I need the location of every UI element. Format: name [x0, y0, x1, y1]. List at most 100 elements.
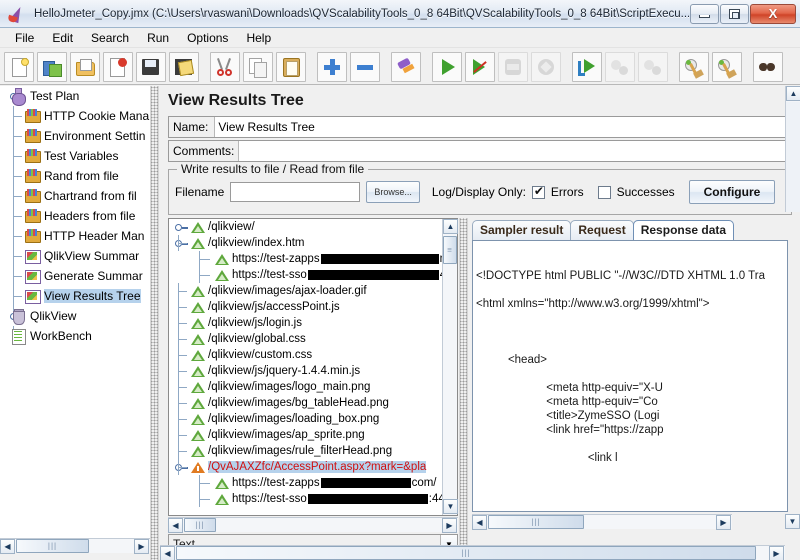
results-expand-handle[interactable] [175, 224, 188, 231]
toolbar-templates-button[interactable] [37, 51, 67, 82]
results-tree-vscrollbar[interactable]: ▲ ≡ ▼ [442, 219, 458, 515]
tree-item-workbench[interactable]: WorkBench [0, 326, 150, 346]
toolbar-expand-button[interactable] [317, 51, 347, 82]
results-tree-row[interactable]: /qlikview/images/rule_filterHead.png [169, 443, 457, 459]
results-tree-hscroll-left-arrow[interactable]: ◀ [168, 518, 183, 533]
menu-help[interactable]: Help [237, 30, 280, 46]
results-tree-row[interactable]: /qlikview/ [169, 219, 457, 235]
results-vertical-splitter[interactable] [459, 218, 468, 558]
results-tree-hscrollbar[interactable]: ◀ ||| ▶ [168, 517, 458, 533]
toolbar-save-as-button[interactable] [169, 51, 199, 82]
editor-vscrollbar[interactable]: ▲ [785, 86, 800, 212]
results-tree-row[interactable]: /qlikview/js/jquery-1.4.4.min.js [169, 363, 457, 379]
tree-hscroll-left-arrow[interactable]: ◀ [0, 539, 15, 554]
toolbar-toggle-button[interactable] [391, 51, 421, 82]
tree-item-test-variables[interactable]: Test Variables [0, 146, 150, 166]
toolbar-save-button[interactable] [136, 51, 166, 82]
toolbar-remote-start-all-button[interactable] [572, 51, 602, 82]
panel-hscrollbar[interactable]: ◀ ||| ▶ [160, 545, 785, 560]
tree-item-chartrand-from-fil[interactable]: Chartrand from fil [0, 186, 150, 206]
tree-item-http-cookie-mana[interactable]: HTTP Cookie Mana [0, 106, 150, 126]
tree-item-rand-from-file[interactable]: Rand from file [0, 166, 150, 186]
results-tree-row[interactable]: https://test-sso44 [169, 267, 457, 283]
results-tree-row[interactable]: https://test-zapps com/ [169, 475, 457, 491]
toolbar-paste-button[interactable] [276, 51, 306, 82]
toolbar-clear-all-button[interactable] [712, 51, 742, 82]
tree-item-qlikview[interactable]: QlikView [0, 306, 150, 326]
results-tree-vscroll-thumb[interactable]: ≡ [443, 236, 457, 264]
results-tree-hscroll-right-arrow[interactable]: ▶ [442, 518, 457, 533]
response-hscroll-left-arrow[interactable]: ◀ [472, 515, 487, 530]
results-tree-list[interactable]: /qlikview/ /qlikview/index.htm https://tes… [168, 218, 458, 516]
results-tree-row[interactable]: https://test-zappsn/ [169, 251, 457, 267]
browse-button[interactable]: Browse... [366, 181, 420, 203]
toolbar-close-button[interactable] [103, 51, 133, 82]
toolbar-remote-stop-all-button [605, 51, 635, 82]
response-hscrollbar[interactable]: ◀ ||| ▶ [472, 514, 732, 530]
toolbar-search-button[interactable] [753, 51, 783, 82]
tab-sampler-result[interactable]: Sampler result [472, 220, 572, 240]
menu-search[interactable]: Search [82, 30, 138, 46]
tree-item-qlikview-summar[interactable]: QlikView Summar [0, 246, 150, 266]
tree-item-http-header-man[interactable]: HTTP Header Man [0, 226, 150, 246]
tree-hscroll-thumb[interactable]: ||| [16, 539, 89, 553]
menu-file[interactable]: File [6, 30, 43, 46]
toolbar-start-button[interactable] [432, 51, 462, 82]
results-tree-hscroll-thumb[interactable]: ||| [184, 518, 216, 532]
results-tree-row[interactable]: /qlikview/custom.css [169, 347, 457, 363]
tree-item-generate-summar[interactable]: Generate Summar [0, 266, 150, 286]
results-tree-row[interactable]: /qlikview/images/ap_sprite.png [169, 427, 457, 443]
results-tree-row[interactable]: /qlikview/index.htm [169, 235, 457, 251]
test-plan-tree[interactable]: Test Plan HTTP Cookie Mana Environment Set… [0, 86, 150, 538]
panel-hscroll-thumb[interactable]: ||| [176, 546, 756, 560]
restore-button[interactable] [720, 3, 749, 24]
tree-item-environment-settin[interactable]: Environment Settin [0, 126, 150, 146]
results-tree-row[interactable]: /qlikview/images/logo_main.png [169, 379, 457, 395]
play-icon [437, 57, 457, 77]
results-tree-row[interactable]: /qlikview/images/loading_box.png [169, 411, 457, 427]
results-tree-vscroll-down-arrow[interactable]: ▼ [443, 499, 458, 514]
results-tree-row[interactable]: /qlikview/images/bg_tableHead.png [169, 395, 457, 411]
toolbar-clear-button[interactable] [679, 51, 709, 82]
successes-checkbox[interactable] [597, 185, 611, 199]
results-tree-row-error[interactable]: /QvAJAXZfc/AccessPoint.aspx?mark=&pla [169, 459, 457, 475]
tree-item-view-results-tree[interactable]: View Results Tree [0, 286, 150, 306]
results-tree-row[interactable]: /qlikview/images/ajax-loader.gif [169, 283, 457, 299]
response-hscroll-thumb[interactable]: ||| [488, 515, 584, 529]
toolbar-open-button[interactable] [70, 51, 100, 82]
toolbar-start-no-pause-button[interactable] [465, 51, 495, 82]
results-tree-row-label: /qlikview/images/loading_box.png [208, 413, 380, 425]
toolbar-copy-button[interactable] [243, 51, 273, 82]
name-input[interactable] [215, 117, 791, 137]
results-tree-row[interactable]: https://test-sso:44 [169, 491, 457, 507]
filename-input[interactable] [230, 182, 361, 202]
comments-input[interactable] [239, 141, 791, 161]
tab-response-data[interactable]: Response data [632, 220, 735, 240]
menu-options[interactable]: Options [178, 30, 237, 46]
tree-hscrollbar[interactable]: ◀ ||| ▶ [0, 538, 150, 554]
toolbar-collapse-button[interactable] [350, 51, 380, 82]
results-tree-row[interactable]: /qlikview/global.css [169, 331, 457, 347]
main-vertical-splitter[interactable] [150, 86, 159, 560]
response-hscroll-right-arrow[interactable]: ▶ [716, 515, 731, 530]
toolbar-cut-button[interactable] [210, 51, 240, 82]
minimize-button[interactable] [690, 3, 719, 24]
menu-edit[interactable]: Edit [43, 30, 82, 46]
results-tree-row[interactable]: /qlikview/js/accessPoint.js [169, 299, 457, 315]
panel-hscroll-left-arrow[interactable]: ◀ [160, 546, 175, 560]
configure-button[interactable]: Configure [688, 180, 776, 204]
close-button[interactable]: X [750, 3, 796, 24]
tree-hscroll-right-arrow[interactable]: ▶ [134, 539, 149, 554]
tree-item-headers-from-file[interactable]: Headers from file [0, 206, 150, 226]
errors-checkbox[interactable] [531, 184, 545, 199]
tab-request[interactable]: Request [570, 220, 634, 240]
tree-item-test-plan[interactable]: Test Plan [0, 86, 150, 106]
outer-vscroll-down-arrow[interactable]: ▼ [785, 514, 800, 529]
panel-hscroll-right-arrow[interactable]: ▶ [769, 546, 784, 560]
menu-run[interactable]: Run [138, 30, 178, 46]
toolbar-new-button[interactable] [4, 51, 34, 82]
editor-vscroll-up-arrow[interactable]: ▲ [786, 86, 800, 101]
results-tree-vscroll-up-arrow[interactable]: ▲ [443, 219, 458, 234]
results-tree-row[interactable]: /qlikview/js/login.js [169, 315, 457, 331]
response-data-box[interactable]: <!DOCTYPE html PUBLIC "-//W3C//DTD XHTML… [472, 240, 788, 512]
